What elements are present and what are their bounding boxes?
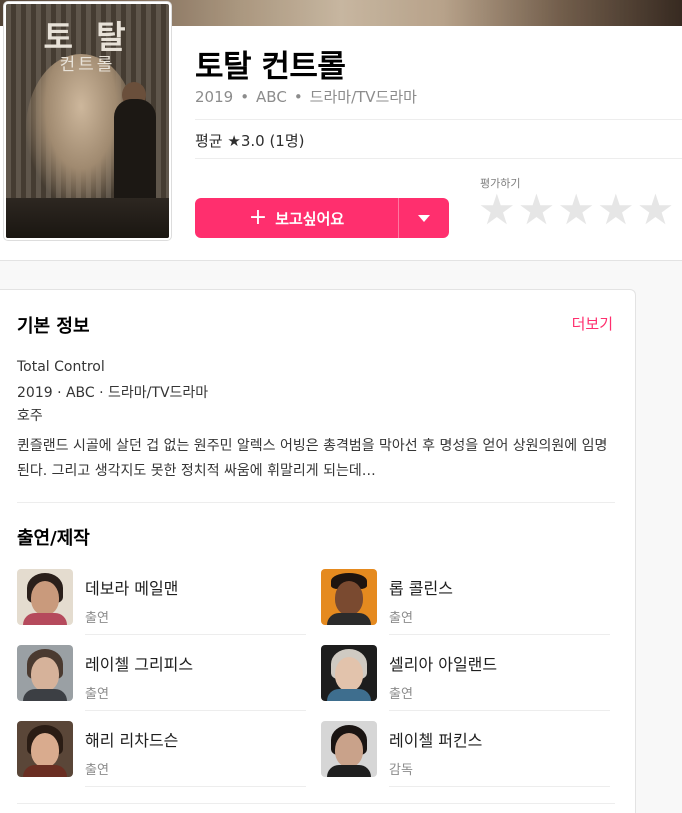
poster-subtitle: 컨트롤 xyxy=(59,55,116,75)
avatar xyxy=(321,569,377,625)
summary-meta: 2019 · ABC · 드라마/TV드라마 xyxy=(17,385,209,401)
avatar xyxy=(17,645,73,701)
content-meta: 2019 • ABC • 드라마/TV드라마 xyxy=(195,86,417,107)
cast-name: 레이첼 퍼킨스 xyxy=(389,731,483,750)
cast-role: 출연 xyxy=(85,611,109,626)
avatar xyxy=(17,569,73,625)
cast-item[interactable]: 셀리아 아일랜드 출연 xyxy=(321,645,610,711)
divider xyxy=(17,502,615,503)
want-to-watch-label: 보고싶어요 xyxy=(275,209,345,228)
want-options-dropdown[interactable] xyxy=(399,198,449,238)
meta-genre: 드라마/TV드라마 xyxy=(309,88,417,106)
page-title: 토탈 컨트롤 xyxy=(195,49,346,85)
basic-info-title: 기본 정보 xyxy=(17,316,90,337)
plus-icon: + xyxy=(248,205,268,230)
poster-image[interactable]: 토 탈 컨트롤 xyxy=(4,2,171,240)
country: 호주 xyxy=(17,408,43,424)
divider xyxy=(195,158,682,159)
want-to-watch-button[interactable]: + 보고싶어요 xyxy=(195,198,398,238)
avatar xyxy=(17,721,73,777)
cast-role: 출연 xyxy=(389,611,413,626)
avatar xyxy=(321,645,377,701)
cast-role: 출연 xyxy=(85,763,109,778)
want-to-watch-button-group: + 보고싶어요 xyxy=(195,198,449,238)
info-card: 기본 정보 더보기 Total Control 2019 · ABC · 드라마… xyxy=(0,289,636,813)
avatar xyxy=(321,721,377,777)
cast-item[interactable]: 레이첼 그리피스 출연 xyxy=(17,645,306,711)
poster-desk xyxy=(6,198,169,238)
cast-name: 셀리아 아일랜드 xyxy=(389,655,498,674)
divider xyxy=(17,803,615,804)
meta-year: 2019 xyxy=(195,88,234,106)
meta-network: ABC xyxy=(256,88,287,106)
cast-name: 데보라 메일맨 xyxy=(85,579,179,598)
star-icon-5[interactable]: ★ xyxy=(637,189,675,231)
cast-role: 감독 xyxy=(389,763,413,778)
meta-separator: • xyxy=(240,88,250,106)
cast-name: 롭 콜린스 xyxy=(389,579,453,598)
average-rating: 평균 ★3.0 (1명) xyxy=(195,132,305,150)
star-rating-input[interactable]: ★ ★ ★ ★ ★ xyxy=(478,189,674,231)
cast-name: 레이첼 그리피스 xyxy=(85,655,194,674)
cast-section-title: 출연/제작 xyxy=(17,528,90,549)
cast-item[interactable]: 데보라 메일맨 출연 xyxy=(17,569,306,635)
chevron-down-icon xyxy=(418,214,430,222)
star-icon-2[interactable]: ★ xyxy=(518,189,556,231)
cast-role: 출연 xyxy=(389,687,413,702)
meta-separator: • xyxy=(293,88,303,106)
star-icon-4[interactable]: ★ xyxy=(597,189,635,231)
star-icon-1[interactable]: ★ xyxy=(478,189,516,231)
cast-item[interactable]: 레이첼 퍼킨스 감독 xyxy=(321,721,610,787)
divider xyxy=(195,119,682,120)
cast-name: 해리 리차드슨 xyxy=(85,731,179,750)
star-icon-3[interactable]: ★ xyxy=(557,189,595,231)
synopsis: 퀸즐랜드 시골에 살던 겁 없는 원주민 알렉스 어빙은 총격범을 막아선 후 … xyxy=(17,438,608,479)
more-link[interactable]: 더보기 xyxy=(572,313,613,334)
original-title: Total Control xyxy=(17,359,105,375)
cast-item[interactable]: 해리 리차드슨 출연 xyxy=(17,721,306,787)
cast-role: 출연 xyxy=(85,687,109,702)
cast-item[interactable]: 롭 콜린스 출연 xyxy=(321,569,610,635)
